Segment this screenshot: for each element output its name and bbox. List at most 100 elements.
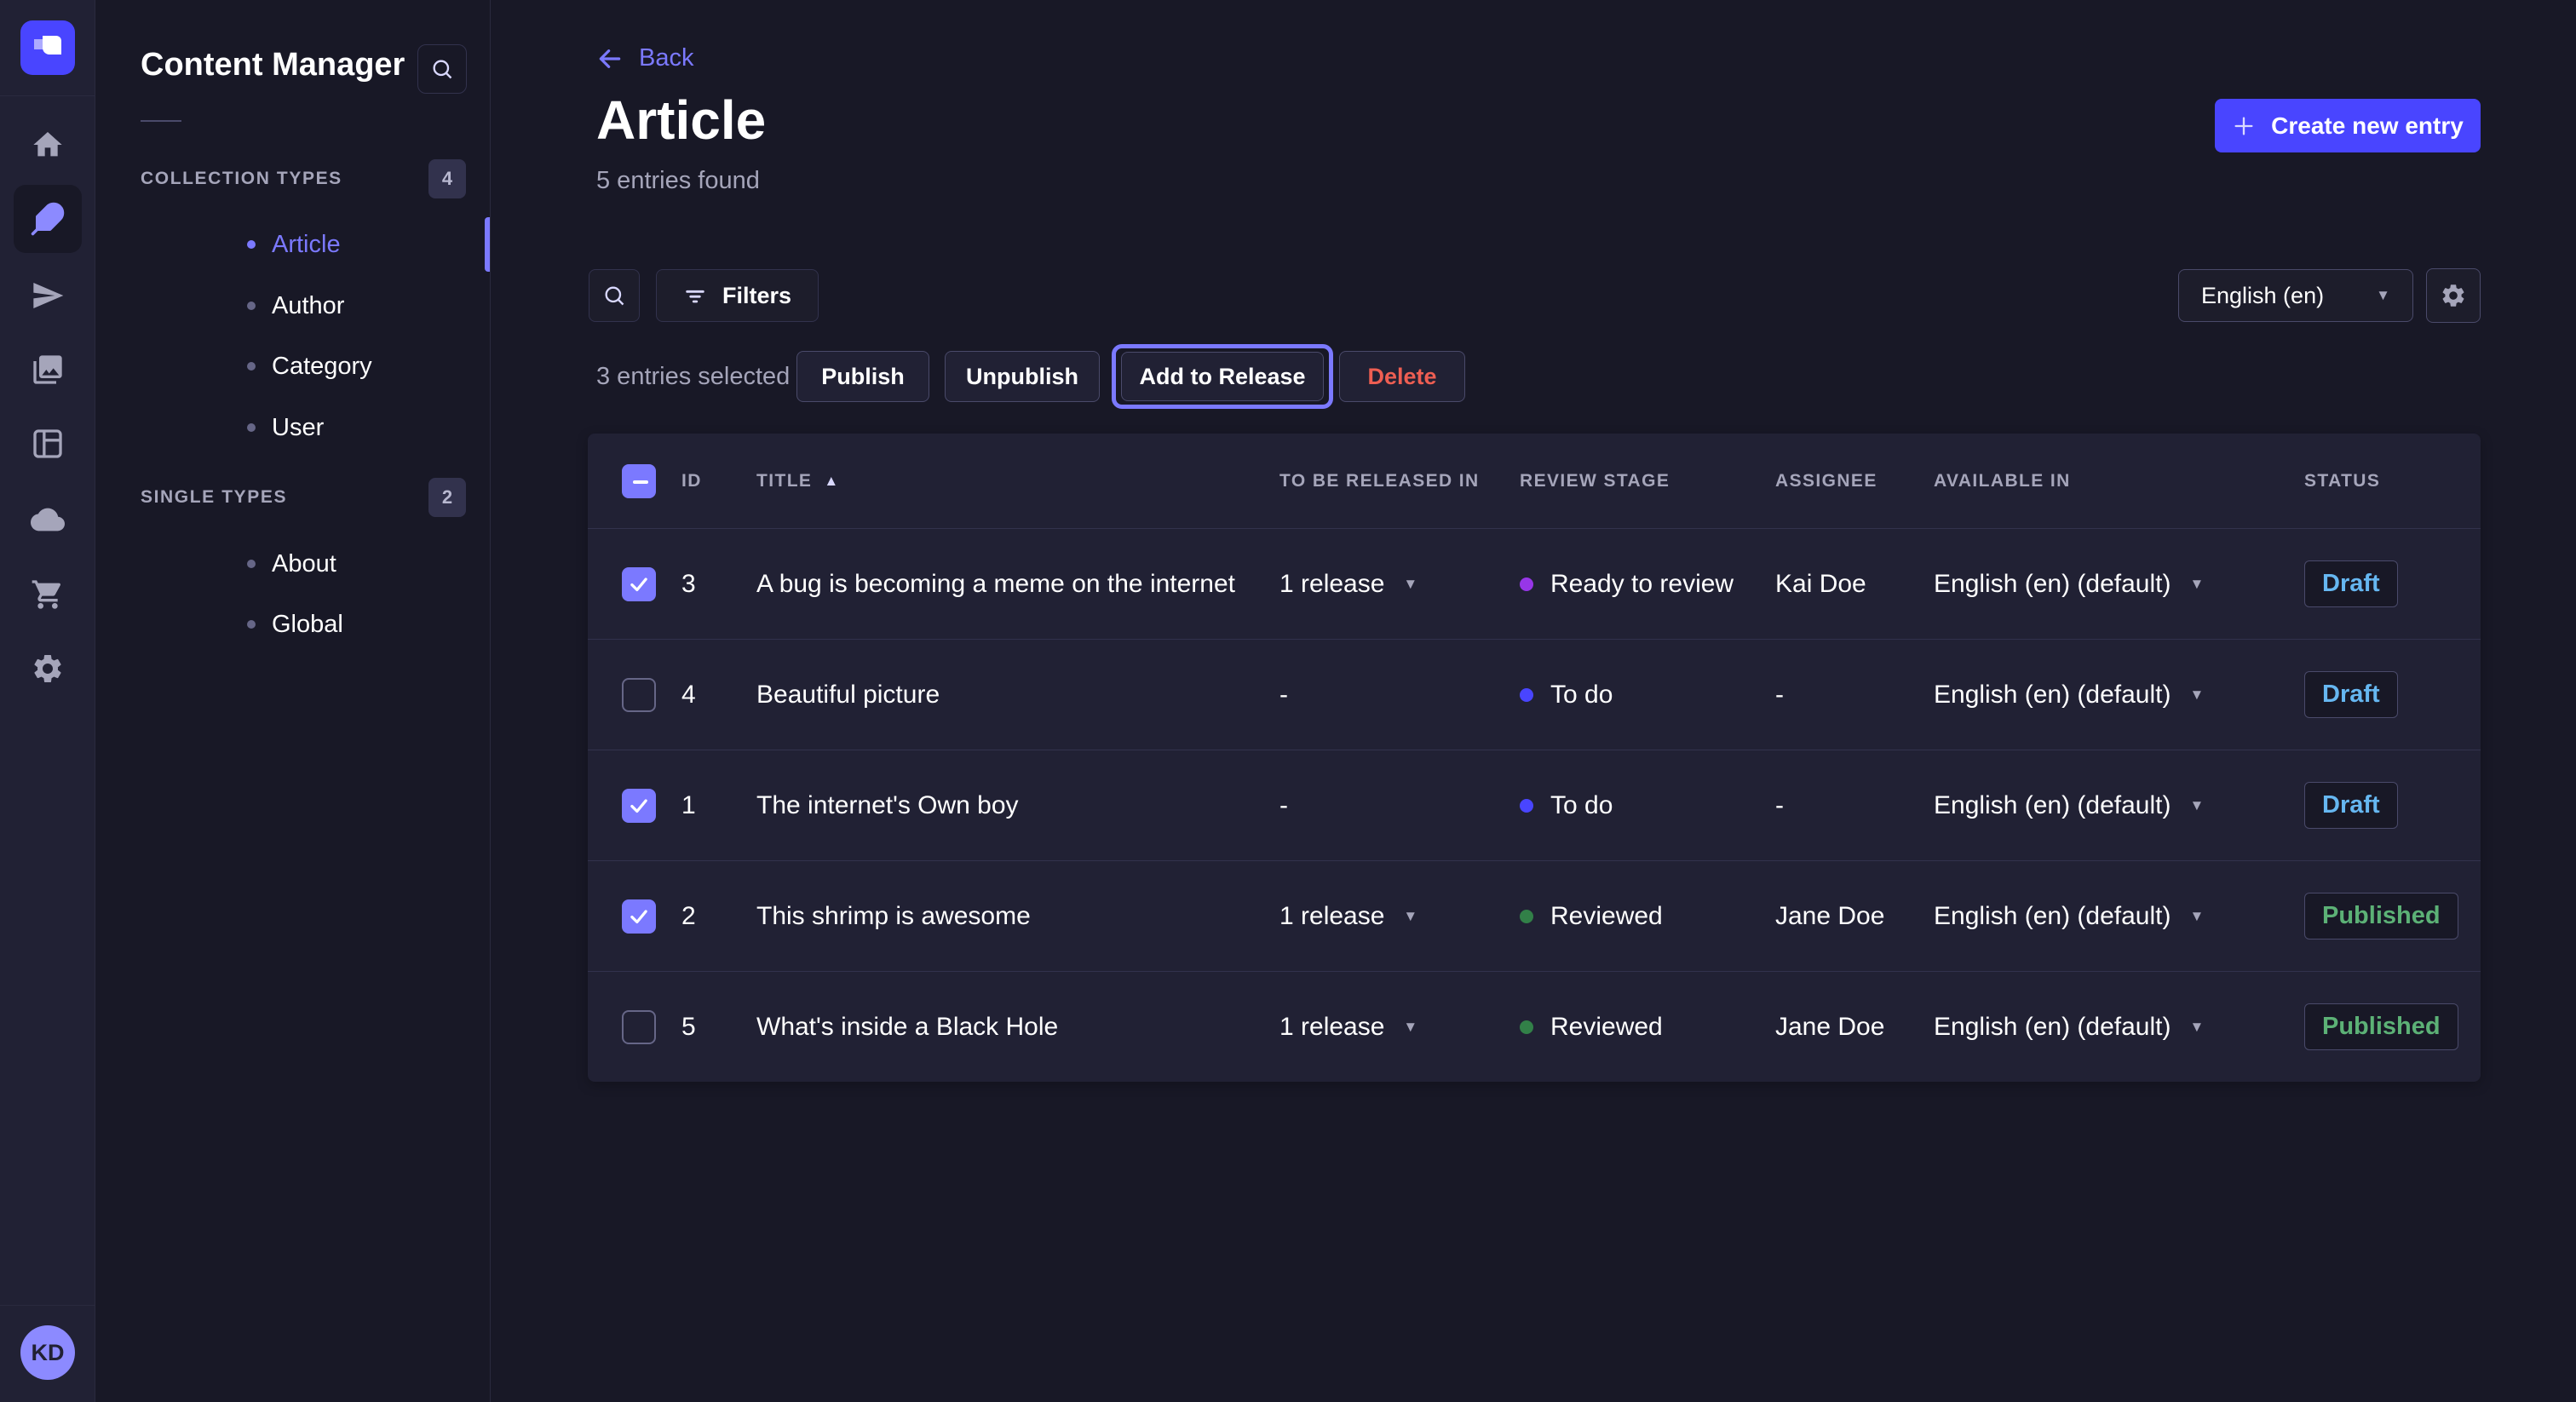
row-assignee: Kai Doe xyxy=(1775,570,1934,599)
sidebar-item-author[interactable]: Author xyxy=(95,275,491,336)
status-badge: Draft xyxy=(2304,782,2398,829)
row-release-dropdown[interactable]: 1 release ▼ xyxy=(1279,902,1520,931)
arrow-left-icon xyxy=(596,45,624,72)
row-release-dropdown[interactable]: 1 release ▼ xyxy=(1279,1013,1520,1042)
table-row[interactable]: 2 This shrimp is awesome 1 release ▼ Rev… xyxy=(588,860,2481,971)
table-body: 3 A bug is becoming a meme on the intern… xyxy=(588,528,2481,1082)
settings-gear-icon[interactable] xyxy=(31,652,65,686)
sort-asc-icon: ▲ xyxy=(824,473,839,490)
stage-dot xyxy=(1520,688,1533,702)
row-id: 3 xyxy=(681,570,756,599)
media-library-icon[interactable] xyxy=(31,353,65,387)
unpublish-button[interactable]: Unpublish xyxy=(945,351,1100,402)
row-checkbox[interactable] xyxy=(622,678,656,712)
marketplace-cart-icon[interactable] xyxy=(31,577,65,612)
content-manager-icon[interactable] xyxy=(14,185,82,253)
delete-button[interactable]: Delete xyxy=(1339,351,1465,402)
table-row[interactable]: 1 The internet's Own boy - ▼ To do - Eng… xyxy=(588,750,2481,860)
stage-dot xyxy=(1520,1020,1533,1034)
column-header-id[interactable]: ID xyxy=(681,471,756,491)
table-header-row: ID TITLE ▲ TO BE RELEASED IN REVIEW STAG… xyxy=(588,434,2481,528)
locale-chevron: ▼ xyxy=(2189,687,2204,704)
row-review-stage: To do xyxy=(1520,791,1775,820)
row-checkbox[interactable] xyxy=(622,567,656,601)
content-type-builder-icon[interactable] xyxy=(31,427,65,461)
subnav-divider xyxy=(141,120,181,122)
column-header-stage: REVIEW STAGE xyxy=(1520,471,1775,491)
search-button[interactable] xyxy=(589,269,640,322)
row-assignee: - xyxy=(1775,681,1934,710)
status-badge: Published xyxy=(2304,893,2458,939)
table-row[interactable]: 5 What's inside a Black Hole 1 release ▼… xyxy=(588,971,2481,1082)
subnav-title: Content Manager xyxy=(141,47,405,83)
filter-icon xyxy=(683,284,707,307)
table-row[interactable]: 3 A bug is becoming a meme on the intern… xyxy=(588,528,2481,639)
cloud-deploy-icon[interactable] xyxy=(31,503,65,537)
row-assignee: Jane Doe xyxy=(1775,902,1934,931)
column-header-assignee: ASSIGNEE xyxy=(1775,471,1934,491)
locale-chevron: ▼ xyxy=(2189,797,2204,814)
status-badge: Draft xyxy=(2304,560,2398,607)
section-collection-types: COLLECTION TYPES xyxy=(141,169,342,189)
row-locale-dropdown[interactable]: English (en) (default) ▼ xyxy=(1934,681,2304,710)
row-id: 4 xyxy=(681,681,756,710)
strapi-logo-icon xyxy=(20,20,75,75)
row-locale-dropdown[interactable]: English (en) (default) ▼ xyxy=(1934,902,2304,931)
release-chevron: ▼ xyxy=(1403,576,1417,593)
back-link[interactable]: Back xyxy=(596,44,693,72)
status-badge: Draft xyxy=(2304,671,2398,718)
sidebar-item-global[interactable]: Global xyxy=(95,594,491,655)
gear-icon xyxy=(2440,282,2467,309)
create-new-entry-button[interactable]: Create new entry xyxy=(2215,99,2481,152)
row-title: Beautiful picture xyxy=(756,681,1279,710)
row-locale-dropdown[interactable]: English (en) (default) ▼ xyxy=(1934,570,2304,599)
row-id: 2 xyxy=(681,902,756,931)
sidebar-item-category[interactable]: Category xyxy=(95,336,491,397)
row-locale-dropdown[interactable]: English (en) (default) ▼ xyxy=(1934,791,2304,820)
single-types-count-badge: 2 xyxy=(428,478,466,517)
add-to-release-focus-ring: Add to Release xyxy=(1112,344,1333,409)
select-all-checkbox[interactable] xyxy=(622,464,656,498)
row-id: 1 xyxy=(681,791,756,820)
row-title: The internet's Own boy xyxy=(756,791,1279,820)
subnav-search-button[interactable] xyxy=(417,44,467,94)
locale-chevron: ▼ xyxy=(2189,908,2204,925)
add-to-release-button[interactable]: Add to Release xyxy=(1121,352,1324,401)
plus-icon xyxy=(2232,114,2256,138)
filters-button[interactable]: Filters xyxy=(656,269,819,322)
sidebar-item-user[interactable]: User xyxy=(95,397,491,458)
sidebar-item-about[interactable]: About xyxy=(95,533,491,595)
user-avatar[interactable]: KD xyxy=(20,1325,75,1380)
row-release-dropdown: - ▼ xyxy=(1279,681,1520,710)
release-chevron: ▼ xyxy=(1403,908,1417,925)
releases-send-icon[interactable] xyxy=(31,279,65,313)
row-review-stage: Reviewed xyxy=(1520,1013,1775,1042)
view-settings-button[interactable] xyxy=(2426,268,2481,323)
table-row[interactable]: 4 Beautiful picture - ▼ To do - English … xyxy=(588,639,2481,750)
stage-dot xyxy=(1520,799,1533,813)
sidebar-item-article[interactable]: Article xyxy=(95,214,491,275)
row-checkbox[interactable] xyxy=(622,789,656,823)
column-header-title[interactable]: TITLE ▲ xyxy=(756,471,1279,491)
bullet-icon xyxy=(247,362,256,371)
row-release-dropdown[interactable]: 1 release ▼ xyxy=(1279,570,1520,599)
row-assignee: - xyxy=(1775,791,1934,820)
publish-button[interactable]: Publish xyxy=(796,351,929,402)
release-chevron: ▼ xyxy=(1403,1019,1417,1036)
row-review-stage: Reviewed xyxy=(1520,902,1775,931)
row-id: 5 xyxy=(681,1013,756,1042)
rail-divider xyxy=(0,1305,95,1306)
row-checkbox[interactable] xyxy=(622,899,656,934)
main-nav-rail: KD xyxy=(0,0,95,1402)
home-icon[interactable] xyxy=(31,128,65,162)
row-review-stage: Ready to review xyxy=(1520,570,1775,599)
main-content: Back Article 5 entries found Create new … xyxy=(491,0,2576,1402)
row-checkbox[interactable] xyxy=(622,1010,656,1044)
row-title: This shrimp is awesome xyxy=(756,902,1279,931)
locale-chevron: ▼ xyxy=(2189,576,2204,593)
column-header-status: STATUS xyxy=(2304,471,2481,491)
row-title: A bug is becoming a meme on the internet xyxy=(756,570,1279,599)
row-locale-dropdown[interactable]: English (en) (default) ▼ xyxy=(1934,1013,2304,1042)
locale-select[interactable]: English (en) ▼ xyxy=(2178,269,2413,322)
bullet-icon xyxy=(247,560,256,568)
